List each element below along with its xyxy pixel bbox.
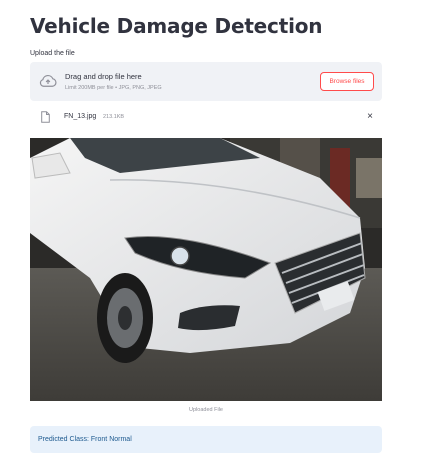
image-caption: Uploaded File: [189, 407, 223, 413]
file-name: FN_13.jpg: [64, 113, 97, 120]
app-page: Vehicle Damage Detection Upload the file…: [0, 0, 428, 475]
uploaded-image: [30, 138, 382, 401]
browse-files-button[interactable]: Browse files: [320, 72, 374, 91]
dropzone-instructions: Drag and drop file here: [65, 72, 142, 81]
file-size: 213.1KB: [103, 114, 125, 120]
remove-file-button[interactable]: ×: [367, 111, 373, 123]
file-icon: [41, 111, 50, 123]
uploaded-file-row: FN_13.jpg 213.1KB ×: [30, 108, 382, 128]
prediction-text: Predicted Class: Front Normal: [38, 436, 132, 443]
car-photo: [30, 138, 382, 401]
prediction-alert: Predicted Class: Front Normal: [30, 426, 382, 453]
file-dropzone[interactable]: Drag and drop file here Limit 200MB per …: [30, 62, 382, 101]
dropzone-limit: Limit 200MB per file • JPG, PNG, JPEG: [65, 85, 162, 91]
page-title: Vehicle Damage Detection: [30, 14, 323, 38]
cloud-upload-icon: [39, 74, 57, 87]
upload-label: Upload the file: [30, 50, 75, 57]
